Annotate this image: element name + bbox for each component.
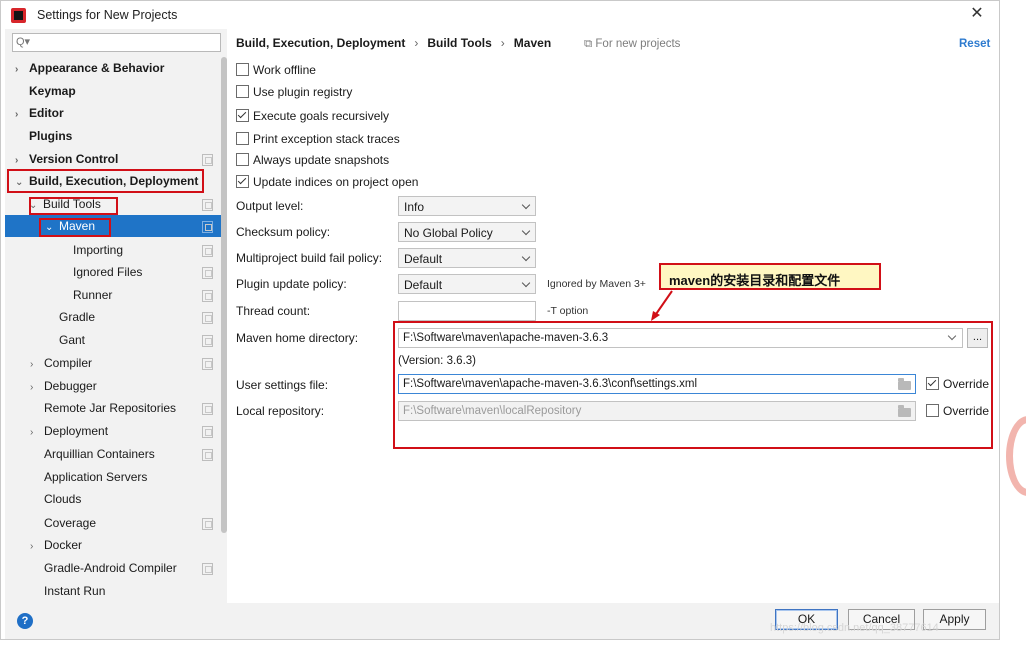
checksum-policy-label: Checksum policy: — [236, 225, 331, 239]
chevron-right-icon: › — [30, 427, 34, 438]
checkbox-box[interactable] — [236, 109, 249, 122]
annotation-callout: maven的安装目录和配置文件 — [659, 263, 881, 290]
output-level-label: Output level: — [236, 199, 304, 213]
tree-item-debugger[interactable]: › Debugger — [30, 375, 97, 397]
highlight-box-build-execution-deployment — [7, 169, 204, 193]
project-scope-icon — [202, 403, 213, 415]
chevron-right-icon: › — [30, 359, 34, 370]
annotation-arrow-icon — [651, 290, 673, 321]
chevron-right-icon: › — [15, 64, 19, 75]
plugin-update-hint: Ignored by Maven 3+ — [547, 278, 646, 290]
project-scope-icon — [202, 518, 213, 530]
breadcrumb-maven: Maven — [513, 36, 552, 50]
intellij-logo-icon — [11, 8, 26, 23]
local-repository-label: Local repository: — [236, 404, 325, 418]
settings-dialog: Settings for New Projects ✕ Q▾ › Appearan… — [0, 0, 1000, 640]
tree-item-remote-jar-repositories[interactable]: Remote Jar Repositories — [44, 397, 176, 419]
multiproject-fail-policy-dropdown[interactable]: Default — [398, 248, 536, 268]
checkbox-box[interactable] — [236, 63, 249, 76]
tree-item-instant-run[interactable]: Instant Run — [44, 580, 105, 602]
checkbox-box[interactable] — [236, 153, 249, 166]
tree-selection-highlight — [5, 215, 221, 237]
window-title: Settings for New Projects — [37, 8, 178, 22]
chevron-right-icon: › — [30, 541, 34, 552]
highlight-box-maven-paths — [393, 321, 993, 449]
user-settings-label: User settings file: — [236, 378, 329, 392]
highlight-box-build-tools — [29, 197, 118, 215]
use-plugin-registry-checkbox[interactable]: Use plugin registry — [236, 83, 352, 101]
tree-item-clouds[interactable]: Clouds — [44, 488, 81, 510]
print-stack-traces-checkbox[interactable]: Print exception stack traces — [236, 130, 400, 148]
highlight-box-maven — [39, 218, 111, 237]
thread-count-label: Thread count: — [236, 304, 311, 318]
chevron-down-icon — [521, 226, 531, 236]
breadcrumb-build-execution-deployment[interactable]: Build, Execution, Deployment — [236, 36, 405, 50]
chevron-down-icon — [521, 200, 531, 210]
plugin-update-policy-dropdown[interactable]: Default — [398, 274, 536, 294]
settings-sidebar: Q▾ › Appearance & Behavior Keymap › Editor… — [5, 29, 227, 603]
tree-item-compiler[interactable]: › Compiler — [30, 352, 92, 374]
tree-item-version-control[interactable]: › Version Control — [15, 148, 118, 170]
checksum-policy-dropdown[interactable]: No Global Policy — [398, 222, 536, 242]
tree-item-runner[interactable]: Runner — [73, 284, 112, 306]
breadcrumb-separator: › — [500, 36, 505, 50]
plugin-update-policy-label: Plugin update policy: — [236, 277, 347, 291]
tree-item-plugins[interactable]: Plugins — [29, 125, 72, 147]
breadcrumb: Build, Execution, Deployment › Build Tools… — [236, 36, 551, 50]
tree-item-gradle[interactable]: Gradle — [59, 306, 95, 328]
tree-item-arquillian-containers[interactable]: Arquillian Containers — [44, 443, 155, 465]
chevron-down-icon — [521, 278, 531, 288]
project-scope-icon — [202, 199, 213, 211]
tree-item-ignored-files[interactable]: Ignored Files — [73, 261, 142, 283]
watermark-text: https://blog.csdn.net/qq_38777614 — [770, 622, 939, 634]
help-icon[interactable]: ? — [17, 613, 33, 629]
close-button[interactable]: ✕ — [967, 4, 987, 24]
maven-settings-panel: Build, Execution, Deployment › Build Tools… — [227, 29, 999, 603]
maven-home-label: Maven home directory: — [236, 331, 359, 345]
reset-link[interactable]: Reset — [959, 38, 990, 50]
tree-item-application-servers[interactable]: Application Servers — [44, 466, 147, 488]
for-new-projects-label: ⧉ For new projects — [584, 38, 681, 50]
tree-item-docker[interactable]: › Docker — [30, 534, 82, 556]
chevron-right-icon: › — [15, 109, 19, 120]
thread-count-input[interactable] — [398, 301, 536, 321]
settings-search-input[interactable]: Q▾ — [12, 33, 221, 52]
tree-item-gant[interactable]: Gant — [59, 329, 85, 351]
work-offline-checkbox[interactable]: Work offline — [236, 61, 316, 79]
checkbox-box[interactable] — [236, 132, 249, 145]
breadcrumb-separator: › — [414, 36, 419, 50]
project-scope-icon — [202, 221, 213, 233]
project-scope-icon — [202, 290, 213, 302]
output-level-dropdown[interactable]: Info — [398, 196, 536, 216]
chevron-down-icon — [521, 252, 531, 262]
tree-item-importing[interactable]: Importing — [73, 239, 123, 261]
search-icon: Q▾ — [16, 36, 31, 48]
always-update-snapshots-checkbox[interactable]: Always update snapshots — [236, 151, 389, 169]
breadcrumb-build-tools[interactable]: Build Tools — [427, 36, 491, 50]
tree-item-appearance[interactable]: › Appearance & Behavior — [15, 57, 164, 79]
tree-item-coverage[interactable]: Coverage — [44, 512, 96, 534]
project-scope-icon — [202, 426, 213, 438]
edge-decoration — [1006, 416, 1026, 496]
update-indices-checkbox[interactable]: Update indices on project open — [236, 173, 418, 191]
tree-item-deployment[interactable]: › Deployment — [30, 420, 108, 442]
tree-item-keymap[interactable]: Keymap — [29, 80, 76, 102]
project-scope-icon — [202, 267, 213, 279]
project-scope-icon — [202, 335, 213, 347]
project-scope-icon — [202, 358, 213, 370]
project-scope-icon — [202, 563, 213, 575]
multiproject-fail-policy-label: Multiproject build fail policy: — [236, 251, 383, 265]
project-scope-icon — [202, 449, 213, 461]
title-bar: Settings for New Projects ✕ — [1, 1, 999, 29]
tree-item-editor[interactable]: › Editor — [15, 102, 64, 124]
checkbox-box[interactable] — [236, 175, 249, 188]
project-scope-icon — [202, 245, 213, 257]
thread-count-hint: -T option — [547, 305, 589, 317]
checkbox-box[interactable] — [236, 85, 249, 98]
project-scope-icon — [202, 312, 213, 324]
execute-goals-recursively-checkbox[interactable]: Execute goals recursively — [236, 107, 389, 125]
chevron-right-icon: › — [30, 382, 34, 393]
tree-item-gradle-android-compiler[interactable]: Gradle-Android Compiler — [44, 557, 177, 579]
project-scope-icon — [202, 154, 213, 166]
